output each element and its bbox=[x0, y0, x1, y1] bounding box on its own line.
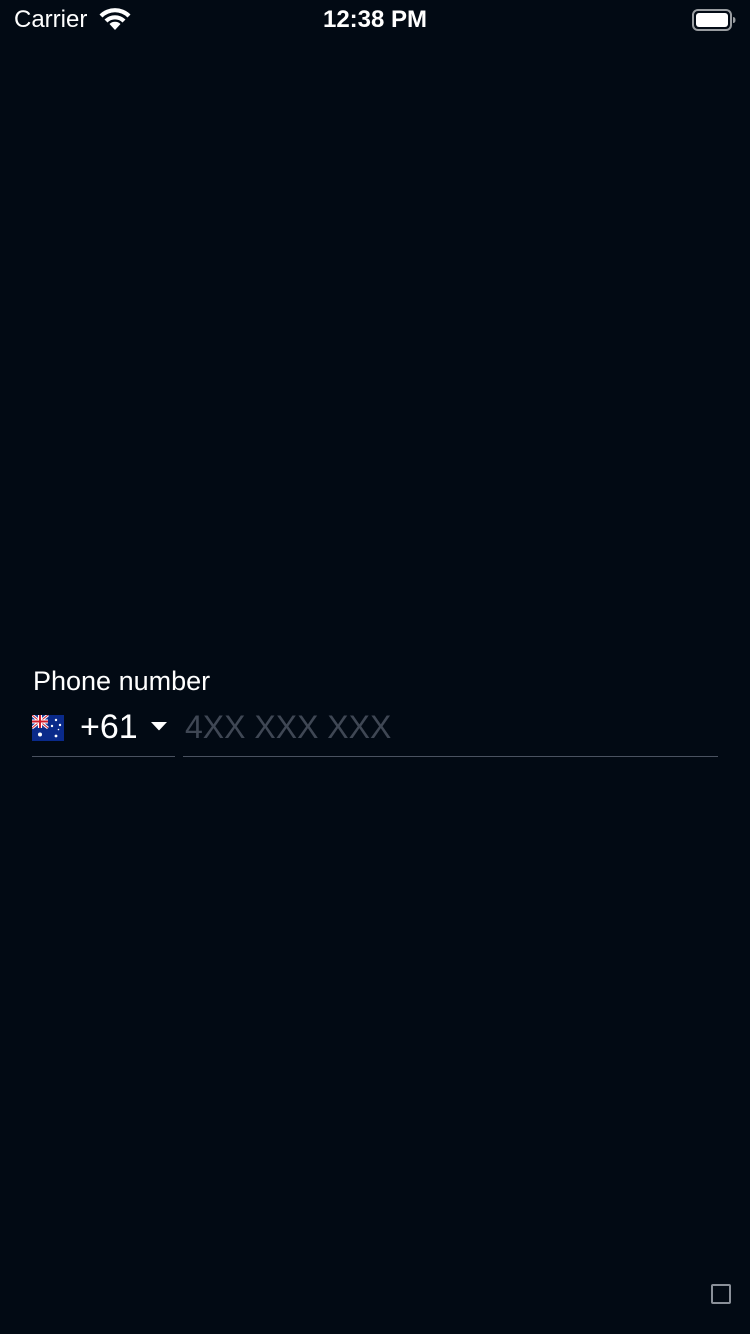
battery-icon bbox=[692, 9, 736, 31]
country-code-selector[interactable]: +61 bbox=[32, 704, 175, 757]
caret-down-icon bbox=[151, 722, 167, 731]
phone-entry-screen: Carrier 12:38 PM Phone number +61 4XX XX… bbox=[0, 0, 750, 1334]
status-bar: Carrier 12:38 PM bbox=[0, 0, 750, 40]
corner-square-icon bbox=[711, 1284, 731, 1304]
dial-code: +61 bbox=[80, 708, 138, 746]
phone-number-input[interactable] bbox=[183, 704, 718, 750]
phone-number-field bbox=[183, 704, 718, 757]
australia-flag-icon bbox=[32, 715, 64, 741]
phone-number-label: Phone number bbox=[33, 666, 211, 696]
clock: 12:38 PM bbox=[322, 6, 428, 33]
